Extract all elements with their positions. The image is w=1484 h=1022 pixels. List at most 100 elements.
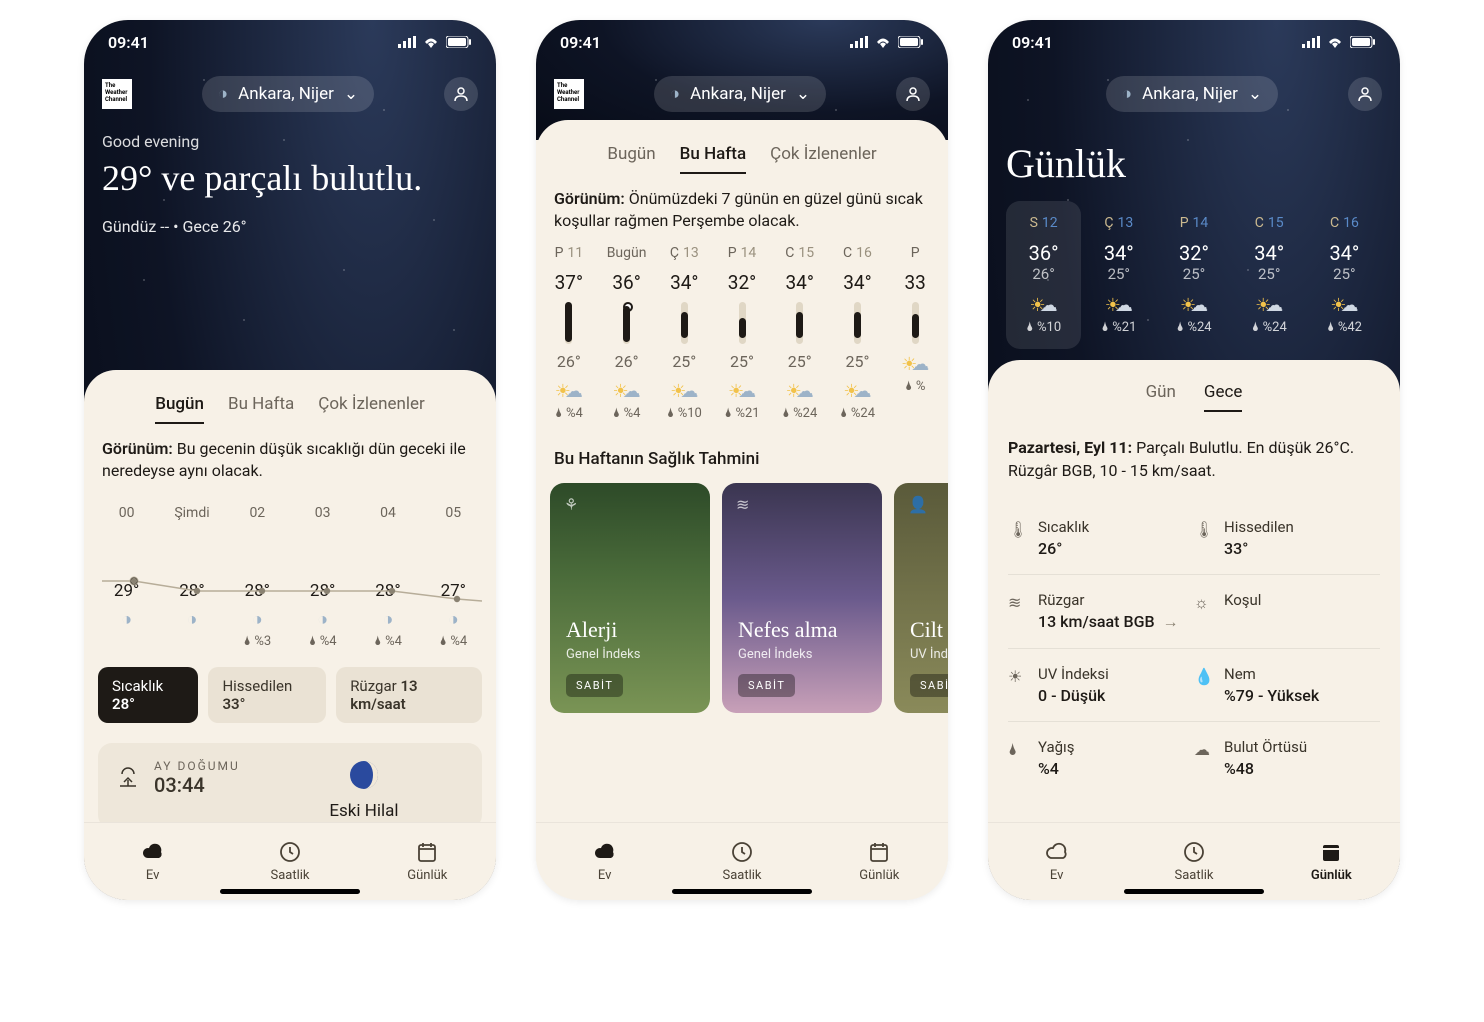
tab-week[interactable]: Bu Hafta	[228, 394, 294, 424]
day-column[interactable]: C1634°25°☀☁🌢 %24	[829, 245, 887, 421]
health-card-title: Nefes alma	[738, 617, 866, 643]
day-low: 25°	[715, 352, 769, 371]
day-label: P	[888, 245, 942, 261]
tab-popular[interactable]: Çok İzlenenler	[770, 144, 877, 174]
day-precip: 🌢 %21	[715, 406, 769, 421]
nav-daily[interactable]: Günlük	[359, 823, 496, 900]
location-selector[interactable]: ◑ Ankara, Nijer ⌄	[1106, 76, 1278, 112]
day-column[interactable]: P1137°26°☀☁🌢 %4	[540, 245, 598, 421]
moon-card[interactable]: AY DOĞUMU 03:44 Eski Hilal	[98, 743, 482, 829]
stat-temperature: 🌡 Sıcaklık26°	[1008, 518, 1194, 558]
profile-button[interactable]	[444, 77, 478, 111]
day-low: 25°	[1083, 265, 1154, 283]
daily-strip[interactable]: P1137°26°☀☁🌢 %4Bugün36°26°☀☁🌢 %4Ç1334°25…	[536, 233, 948, 421]
tab-popular[interactable]: Çok İzlenenler	[318, 394, 425, 424]
greeting-text: Good evening	[102, 132, 478, 151]
health-cards[interactable]: ⚘AlerjiGenel İndeksSABİT≋Nefes almaGenel…	[536, 483, 948, 713]
partly-cloudy-icon: ☀☁	[1234, 295, 1305, 316]
health-card-title: Alerji	[566, 617, 694, 643]
stat-precip: 🌢 Yağış%4	[1008, 738, 1194, 778]
tab-week[interactable]: Bu Hafta	[680, 144, 746, 174]
day-column[interactable]: Bugün36°26°☀☁🌢 %4	[598, 245, 656, 421]
outlook-text: Görünüm: Önümüzdeki 7 günün en güzel gün…	[536, 188, 948, 233]
detail-summary: Pazartesi, Eyl 11: Parçalı Bulutlu. En d…	[988, 426, 1400, 492]
temp-range-bar	[739, 302, 746, 344]
day-selector-item[interactable]: Ç1334°25°☀☁🌢 %21	[1081, 201, 1156, 349]
hour-precip: 🌢 %3	[225, 634, 290, 649]
day-selector-item[interactable]: C1534°25°☀☁🌢 %24	[1232, 201, 1307, 349]
day-column[interactable]: P33☀☁🌢 %	[886, 245, 944, 421]
day-selector-item[interactable]: S1236°26°☀☁🌢 %10	[1006, 201, 1081, 349]
moon-phase-icon	[348, 759, 380, 791]
day-column[interactable]: Ç1334°25°☀☁🌢 %10	[655, 245, 713, 421]
signal-icon	[1302, 36, 1320, 48]
home-indicator[interactable]	[672, 889, 812, 894]
health-card[interactable]: ⚘AlerjiGenel İndeksSABİT	[550, 483, 710, 713]
profile-button[interactable]	[896, 77, 930, 111]
bottom-sheet: Bugün Bu Hafta Çok İzlenenler Görünüm: Ö…	[536, 120, 948, 900]
day-precip: 🌢 %42	[1309, 320, 1380, 335]
chip-temperature[interactable]: Sıcaklık 28°	[98, 667, 198, 723]
health-card[interactable]: 👤Cilt SaUV İndekSABİT	[894, 483, 948, 713]
day-selector-item[interactable]: P1432°25°☀☁🌢 %24	[1156, 201, 1231, 349]
health-card-badge: SABİT	[738, 674, 795, 697]
location-selector[interactable]: ◑ Ankara, Nijer ⌄	[202, 76, 374, 112]
temp-range-bar	[681, 302, 688, 344]
partly-cloudy-icon: ☀☁	[831, 381, 885, 402]
day-label: P14	[1158, 215, 1229, 231]
health-card-icon: ⚘	[564, 495, 578, 514]
day-label: C15	[773, 245, 827, 261]
day-high: 34°	[1083, 241, 1154, 265]
nav-daily[interactable]: Günlük	[811, 823, 948, 900]
partly-cloudy-icon: ☀☁	[888, 354, 942, 375]
hour-label: Şimdi	[159, 505, 224, 521]
daily-selector[interactable]: S1236°26°☀☁🌢 %10Ç1334°25°☀☁🌢 %21P1432°25…	[1006, 201, 1382, 349]
tab-day[interactable]: Gün	[1146, 382, 1176, 412]
thermometer-icon: 🌡	[1008, 520, 1026, 539]
nav-home[interactable]: Ev	[988, 823, 1125, 900]
partly-cloudy-icon: ☀☁	[542, 381, 596, 402]
stat-uv: ☀ UV İndeksi0 - Düşük	[1008, 665, 1194, 705]
weather-channel-logo: TheWeatherChannel	[554, 79, 584, 109]
chip-feels-like[interactable]: Hissedilen 33°	[208, 667, 326, 723]
chevron-down-icon: ⌄	[344, 84, 358, 104]
day-high: 34°	[657, 271, 711, 294]
tab-night[interactable]: Gece	[1204, 382, 1243, 412]
clock-icon	[278, 840, 302, 864]
partly-cloudy-icon: ☀☁	[1083, 295, 1154, 316]
battery-icon	[1350, 36, 1376, 48]
chip-wind[interactable]: Rüzgar 13 km/saat	[336, 667, 482, 723]
partly-cloudy-icon: ☀☁	[715, 381, 769, 402]
hour-label: 00	[94, 505, 159, 521]
day-high: 34°	[1234, 241, 1305, 265]
chevron-down-icon: ⌄	[796, 84, 810, 104]
hourly-strip[interactable]: 0029°◑Şimdi28°◑0228°◑🌢 %30328°◑🌢 %40428°…	[84, 483, 496, 659]
home-indicator[interactable]	[220, 889, 360, 894]
temp-range-bar	[854, 302, 861, 344]
metric-chips: Sıcaklık 28° Hissedilen 33° Rüzgar 13 km…	[84, 659, 496, 731]
day-selector-item[interactable]: C1634°25°☀☁🌢 %42	[1307, 201, 1382, 349]
day-label: Bugün	[600, 245, 654, 261]
tab-today[interactable]: Bugün	[607, 144, 655, 174]
day-column[interactable]: C1534°25°☀☁🌢 %24	[771, 245, 829, 421]
nav-daily[interactable]: Günlük	[1263, 823, 1400, 900]
day-precip: 🌢 %4	[600, 406, 654, 421]
health-card[interactable]: ≋Nefes almaGenel İndeksSABİT	[722, 483, 882, 713]
day-precip: 🌢 %24	[831, 406, 885, 421]
nav-home[interactable]: Ev	[84, 823, 221, 900]
tab-today[interactable]: Bugün	[155, 394, 204, 424]
hour-precip: 🌢 %4	[355, 634, 420, 649]
partly-cloudy-icon: ☀☁	[773, 381, 827, 402]
chevron-down-icon: ⌄	[1248, 84, 1262, 104]
day-column[interactable]: P1432°25°☀☁🌢 %21	[713, 245, 771, 421]
nav-home[interactable]: Ev	[536, 823, 673, 900]
profile-button[interactable]	[1348, 77, 1382, 111]
day-high: 33	[888, 271, 942, 294]
day-label: C15	[1234, 215, 1305, 231]
wifi-icon	[422, 36, 440, 48]
day-low: 26°	[542, 352, 596, 371]
wind-icon: ≋	[1008, 593, 1026, 612]
day-label: P11	[542, 245, 596, 261]
home-indicator[interactable]	[1124, 889, 1264, 894]
location-selector[interactable]: ◑ Ankara, Nijer ⌄	[654, 76, 826, 112]
